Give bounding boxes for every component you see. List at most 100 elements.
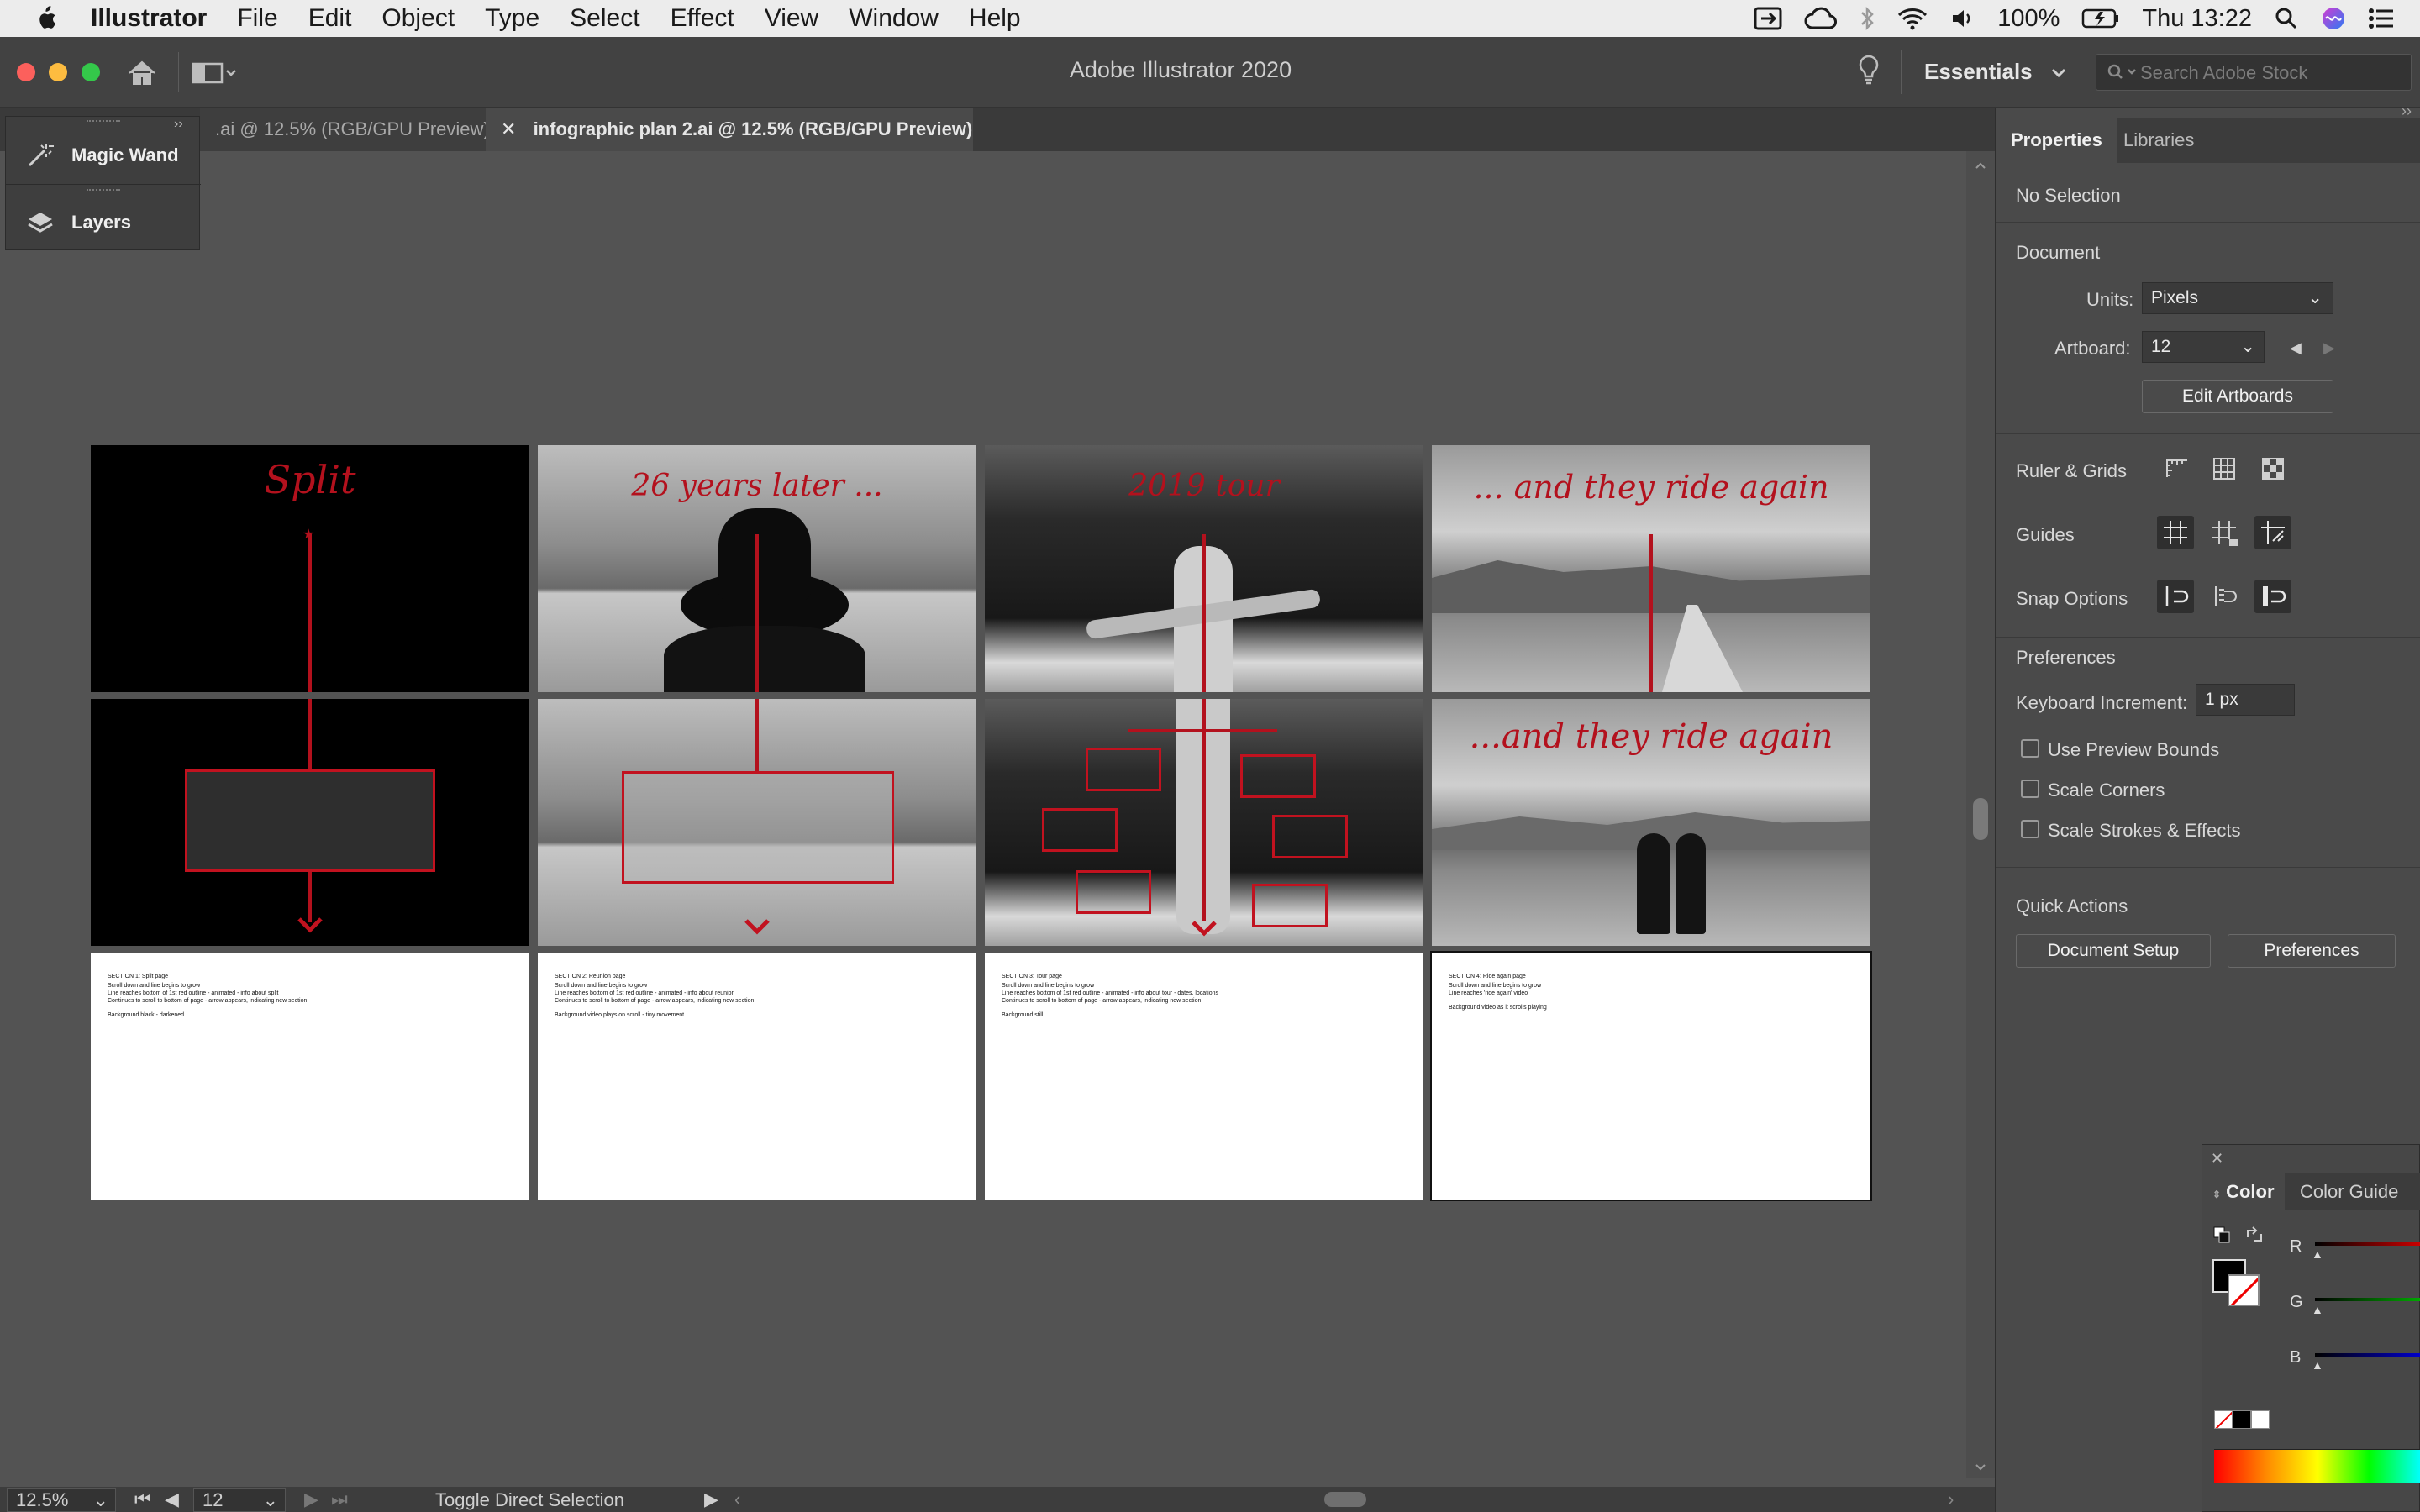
- artboard-tour-info[interactable]: [985, 699, 1423, 946]
- discover-lightbulb-icon[interactable]: [1857, 54, 1881, 87]
- g-slider[interactable]: [2315, 1298, 2420, 1301]
- grid-icon[interactable]: [2206, 452, 2243, 486]
- minimize-window-button[interactable]: [49, 63, 67, 81]
- screen-share-icon[interactable]: [1754, 6, 1782, 31]
- menu-type[interactable]: Type: [470, 4, 555, 33]
- battery-icon[interactable]: [2081, 8, 2120, 29]
- tab-properties[interactable]: Properties: [1996, 118, 2118, 163]
- default-colors-icon[interactable]: [2212, 1226, 2233, 1246]
- bluetooth-icon[interactable]: [1860, 6, 1875, 31]
- b-slider[interactable]: [2315, 1353, 2420, 1357]
- layers-panel-button[interactable]: Layers: [6, 196, 201, 249]
- r-slider-thumb[interactable]: ▲: [2312, 1247, 2323, 1261]
- stock-search-field[interactable]: Search Adobe Stock: [2096, 54, 2412, 91]
- magic-wand-panel-button[interactable]: Magic Wand: [6, 129, 201, 182]
- menu-select[interactable]: Select: [555, 4, 655, 33]
- g-slider-thumb[interactable]: ▲: [2312, 1303, 2323, 1316]
- b-slider-thumb[interactable]: ▲: [2312, 1358, 2323, 1372]
- notes-artboard-4-active[interactable]: SECTION 4: Ride again page Scroll down a…: [1430, 951, 1872, 1201]
- ruler-icon[interactable]: [2157, 452, 2194, 486]
- tab-libraries[interactable]: Libraries: [2108, 118, 2209, 163]
- keyboard-increment-field[interactable]: 1 px: [2196, 684, 2295, 716]
- zoom-window-button[interactable]: [82, 63, 100, 81]
- scale-corners-checkbox[interactable]: [2021, 780, 2039, 798]
- use-preview-bounds-checkbox[interactable]: [2021, 739, 2039, 758]
- scroll-down-icon[interactable]: [1975, 1463, 1986, 1472]
- menu-effect[interactable]: Effect: [655, 4, 750, 33]
- stroke-none-swatch[interactable]: [2228, 1274, 2260, 1306]
- next-artboard-icon[interactable]: ▶: [2323, 339, 2335, 357]
- units-select[interactable]: Pixels ⌄: [2142, 282, 2333, 314]
- arrange-documents-icon[interactable]: [192, 62, 237, 84]
- menu-edit[interactable]: Edit: [293, 4, 367, 33]
- artboard-split[interactable]: Split ★: [91, 445, 529, 692]
- scroll-up-icon[interactable]: [1975, 161, 1986, 170]
- menu-app-name[interactable]: Illustrator: [76, 4, 222, 33]
- tab-color[interactable]: ⇕ Color: [2202, 1173, 2285, 1210]
- zoom-field[interactable]: 12.5% ⌄: [7, 1488, 116, 1512]
- close-panel-icon[interactable]: ✕: [2211, 1150, 2223, 1168]
- notes-artboard-3[interactable]: SECTION 3: Tour page Scroll down and lin…: [985, 953, 1423, 1200]
- none-swatch[interactable]: [2214, 1410, 2233, 1429]
- menu-window[interactable]: Window: [834, 4, 954, 33]
- previous-artboard-icon[interactable]: ◀: [2290, 339, 2302, 357]
- snap-to-point-icon[interactable]: [2157, 580, 2194, 613]
- white-swatch[interactable]: [2251, 1410, 2270, 1429]
- canvas[interactable]: Split ★ 26 years later ... 2019 tour ...…: [0, 151, 1976, 1495]
- color-spectrum[interactable]: [2214, 1449, 2420, 1483]
- artboard-split-info[interactable]: [91, 699, 529, 946]
- artboard-26-years[interactable]: 26 years later ...: [538, 445, 976, 692]
- scroll-thumb[interactable]: [1973, 798, 1988, 840]
- artboard-ride-again-end[interactable]: ...and they ride again: [1432, 699, 1870, 946]
- lock-guides-icon[interactable]: [2206, 516, 2243, 549]
- tab-color-guide[interactable]: Color Guide: [2300, 1173, 2398, 1210]
- notes-artboard-2[interactable]: SECTION 2: Reunion page Scroll down and …: [538, 953, 976, 1200]
- smart-guides-icon[interactable]: [2254, 516, 2291, 549]
- home-icon[interactable]: [126, 59, 158, 87]
- edit-artboards-button[interactable]: Edit Artboards: [2142, 380, 2333, 413]
- document-tab-1[interactable]: .ai @ 12.5% (RGB/GPU Preview): [200, 108, 490, 151]
- snap-to-grid-icon[interactable]: [2206, 580, 2243, 613]
- horizontal-scroll-thumb[interactable]: [1324, 1492, 1366, 1507]
- document-tab-2[interactable]: ✕ infographic plan 2.ai @ 12.5% (RGB/GPU…: [486, 108, 973, 151]
- transparency-grid-icon[interactable]: [2254, 452, 2291, 486]
- artboard-select[interactable]: 12 ⌄: [2142, 331, 2265, 363]
- swap-colors-icon[interactable]: [2244, 1226, 2265, 1246]
- artboard-2019-tour[interactable]: 2019 tour: [985, 445, 1423, 692]
- scroll-left-icon[interactable]: ‹: [734, 1488, 740, 1510]
- menu-object[interactable]: Object: [366, 4, 470, 33]
- wifi-icon[interactable]: [1897, 6, 1928, 31]
- artboard-navigator[interactable]: 12 ⌄: [193, 1488, 286, 1512]
- last-artboard-icon[interactable]: ⏭: [331, 1488, 348, 1510]
- spotlight-icon[interactable]: [2274, 6, 2299, 31]
- status-menu-icon[interactable]: ▶: [704, 1488, 718, 1510]
- previous-artboard-icon[interactable]: ◀: [165, 1488, 179, 1510]
- apple-icon[interactable]: [0, 5, 76, 32]
- creative-cloud-icon[interactable]: [1804, 6, 1838, 31]
- r-slider[interactable]: [2315, 1242, 2420, 1246]
- menu-file[interactable]: File: [222, 4, 292, 33]
- clock[interactable]: Thu 13:22: [2142, 5, 2252, 33]
- vertical-scrollbar[interactable]: [1966, 151, 1995, 1478]
- document-setup-button[interactable]: Document Setup: [2016, 934, 2211, 968]
- menu-help[interactable]: Help: [954, 4, 1036, 33]
- drag-grip[interactable]: [87, 189, 120, 194]
- next-artboard-icon[interactable]: ▶: [304, 1488, 318, 1510]
- preferences-button[interactable]: Preferences: [2228, 934, 2396, 968]
- close-window-button[interactable]: [17, 63, 35, 81]
- notification-center-icon[interactable]: [2368, 8, 2395, 29]
- show-guides-icon[interactable]: [2157, 516, 2194, 549]
- menu-view[interactable]: View: [750, 4, 834, 33]
- scroll-right-icon[interactable]: ›: [1948, 1488, 1954, 1510]
- artboard-reunion-info[interactable]: [538, 699, 976, 946]
- drag-grip[interactable]: [87, 120, 120, 125]
- siri-icon[interactable]: [2321, 6, 2346, 31]
- artboard-ride-again[interactable]: ... and they ride again: [1432, 445, 1870, 692]
- notes-artboard-1[interactable]: SECTION 1: Split page Scroll down and li…: [91, 953, 529, 1200]
- scale-strokes-effects-checkbox[interactable]: [2021, 820, 2039, 838]
- close-tab-icon[interactable]: ✕: [501, 118, 516, 139]
- workspace-switcher[interactable]: Essentials: [1924, 59, 2067, 85]
- black-swatch[interactable]: [2233, 1410, 2251, 1429]
- volume-icon[interactable]: [1950, 6, 1975, 31]
- snap-to-pixel-icon[interactable]: [2254, 580, 2291, 613]
